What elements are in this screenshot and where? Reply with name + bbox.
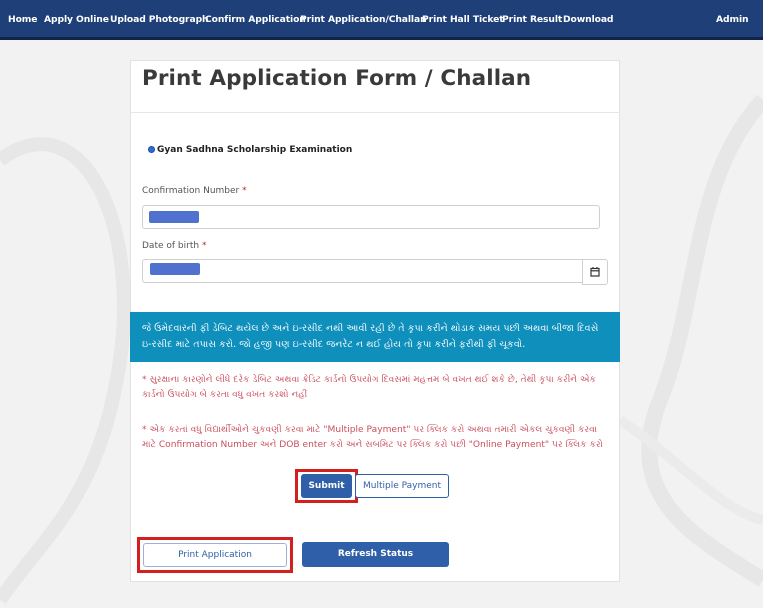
required-mark: * — [242, 186, 247, 196]
nav-print-result[interactable]: Print Result — [502, 14, 562, 25]
submit-button[interactable]: Submit — [301, 474, 352, 498]
card-usage-note: * સુરક્ષાના કારણોને લીધે દરેક ડેબિટ અથવા… — [142, 375, 596, 400]
page-title: Print Application Form / Challan — [142, 66, 532, 91]
print-application-button[interactable]: Print Application — [143, 543, 287, 567]
refresh-status-button[interactable]: Refresh Status — [302, 542, 449, 567]
confirmation-number-label: Confirmation Number * — [142, 186, 247, 196]
required-mark: * — [201, 241, 207, 251]
redacted-value — [150, 263, 200, 275]
multiple-payment-button[interactable]: Multiple Payment — [355, 474, 449, 498]
multiple-payment-note: * એક કરતાં વધુ વિદ્યાર્થીઓને ચુકવણી કરવા… — [142, 425, 603, 450]
exam-radio-label: Gyan Sadhna Scholarship Examination — [157, 145, 353, 155]
nav-admin[interactable]: Admin — [716, 14, 749, 25]
dob-label: Date of birth * — [142, 241, 206, 251]
exam-radio-button[interactable] — [148, 146, 155, 153]
title-divider — [130, 112, 620, 113]
nav-apply-online[interactable]: Apply Online — [44, 14, 109, 25]
nav-print-application-challan[interactable]: Print Application/Challan — [300, 14, 427, 25]
dob-label-text: Date of birth — [142, 241, 200, 251]
nav-home[interactable]: Home — [8, 14, 38, 25]
calendar-icon — [590, 267, 600, 277]
nav-confirm-application[interactable]: Confirm Application — [205, 14, 306, 25]
top-navbar: Home Apply Online Upload Photograph Conf… — [0, 0, 763, 40]
redacted-value — [149, 211, 199, 223]
confirmation-number-label-text: Confirmation Number — [142, 186, 240, 196]
fee-notice-banner: જે ઉમેદવારની ફી ડેબિટ થયેલ છે અને ઇ-રસીદ… — [130, 312, 620, 362]
calendar-button[interactable] — [582, 259, 608, 285]
fee-notice-text: જે ઉમેદવારની ફી ડેબિટ થયેલ છે અને ઇ-રસીદ… — [142, 323, 599, 350]
nav-upload-photograph[interactable]: Upload Photograph — [110, 14, 209, 25]
confirmation-number-input[interactable] — [142, 205, 600, 229]
dob-input[interactable] — [142, 259, 583, 283]
nav-download[interactable]: Download — [563, 14, 614, 25]
nav-print-hall-ticket[interactable]: Print Hall Ticket — [422, 14, 504, 25]
